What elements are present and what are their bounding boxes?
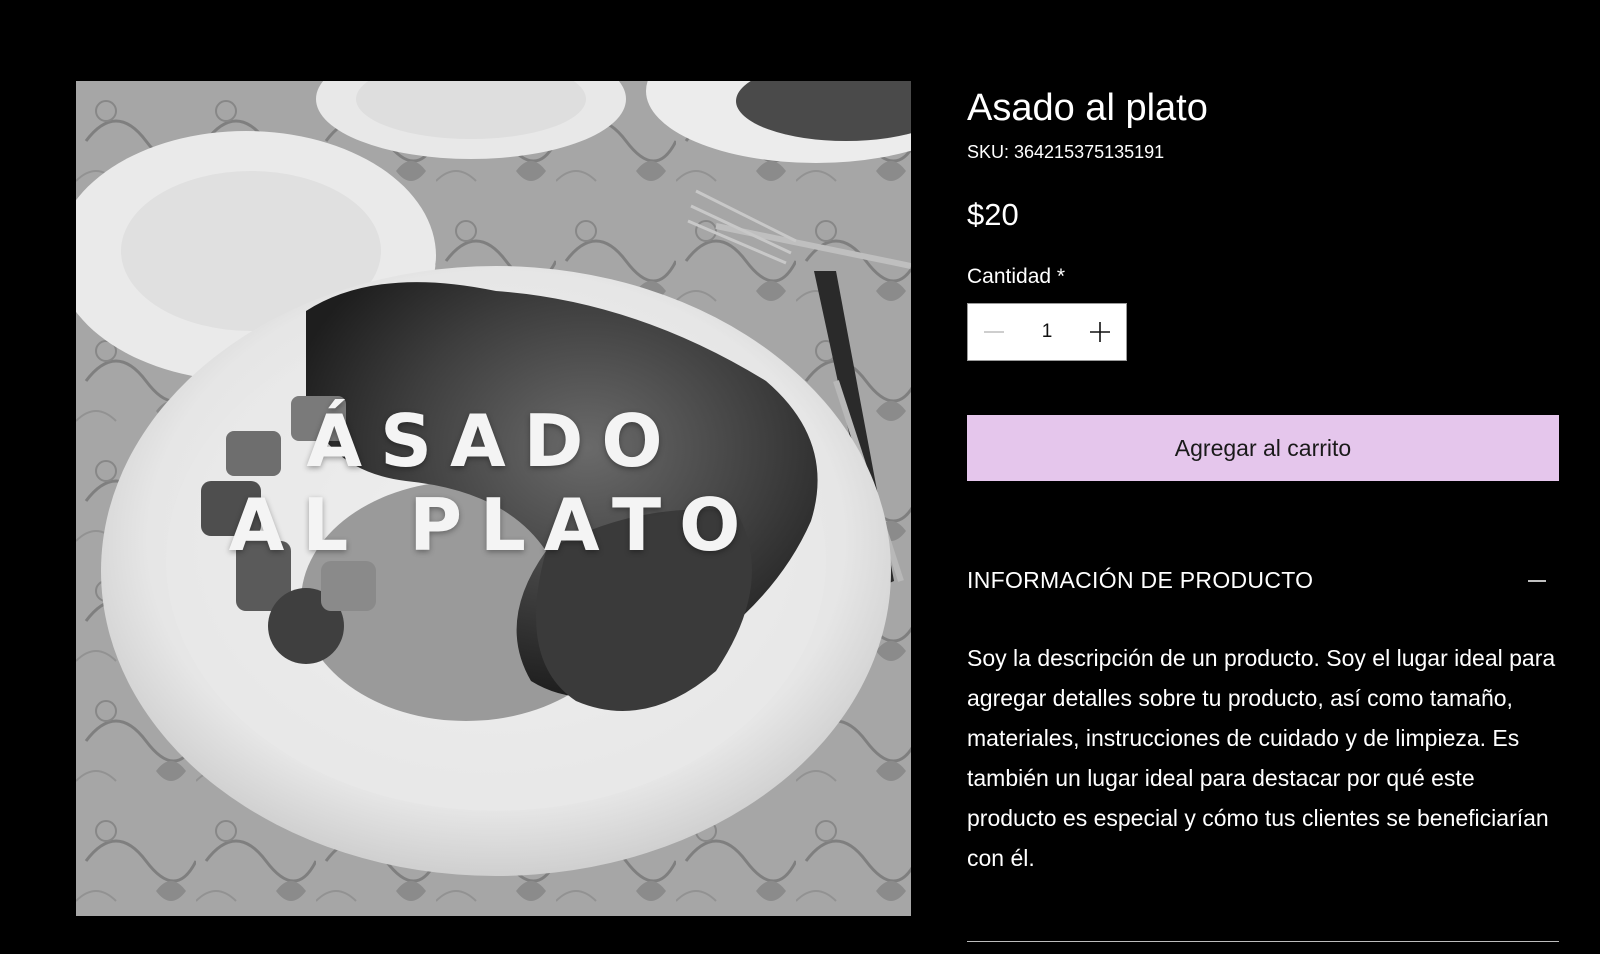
product-image[interactable]: ÁSADO AL PLATO: [76, 81, 911, 916]
product-sku: SKU: 364215375135191: [967, 142, 1165, 162]
minus-icon: [1528, 579, 1546, 582]
overlay-line-1: ÁSADO: [306, 399, 681, 483]
add-to-cart-button[interactable]: Agregar al carrito: [967, 415, 1559, 481]
product-details: Asado al plato SKU: 364215375135191 $20 …: [967, 80, 1559, 878]
section-divider: [967, 941, 1559, 942]
product-title: Asado al plato: [967, 87, 1208, 129]
quantity-decrement-button[interactable]: [968, 304, 1020, 360]
minus-icon: [984, 331, 1004, 333]
overlay-line-2: AL PLATO: [228, 483, 759, 567]
product-price: $20: [967, 197, 1019, 232]
product-info-title: INFORMACIÓN DE PRODUCTO: [967, 567, 1314, 593]
quantity-label: Cantidad *: [967, 265, 1066, 288]
quantity-stepper[interactable]: 1: [967, 303, 1127, 361]
collapse-toggle[interactable]: [1525, 569, 1549, 593]
product-page: ÁSADO AL PLATO Asado al plato SKU: 36421…: [0, 0, 1600, 954]
quantity-increment-button[interactable]: [1074, 304, 1126, 360]
product-description: Soy la descripción de un producto. Soy e…: [967, 645, 1556, 871]
product-info-header[interactable]: INFORMACIÓN DE PRODUCTO: [967, 567, 1559, 594]
image-overlay-title: ÁSADO AL PLATO: [76, 399, 911, 567]
plus-icon: [1090, 322, 1110, 342]
quantity-input[interactable]: 1: [1020, 321, 1074, 343]
